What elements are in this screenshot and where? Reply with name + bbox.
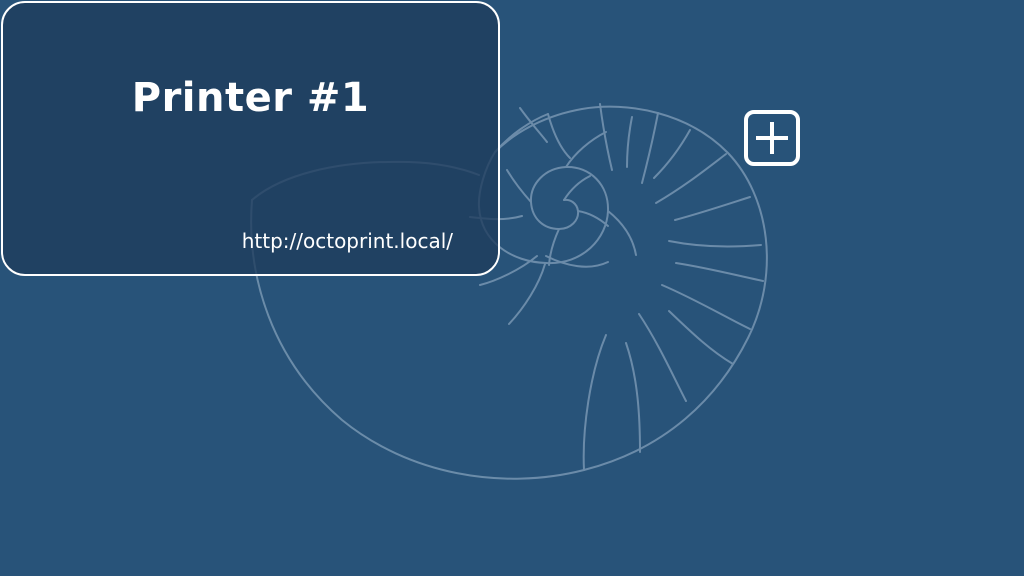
printer-url: http://octoprint.local/	[241, 229, 453, 253]
add-printer-button[interactable]	[744, 110, 800, 166]
printer-name: Printer #1	[131, 75, 370, 121]
plus-square-icon	[744, 110, 800, 166]
printer-card[interactable]: Printer #1 http://octoprint.local/	[1, 1, 500, 276]
